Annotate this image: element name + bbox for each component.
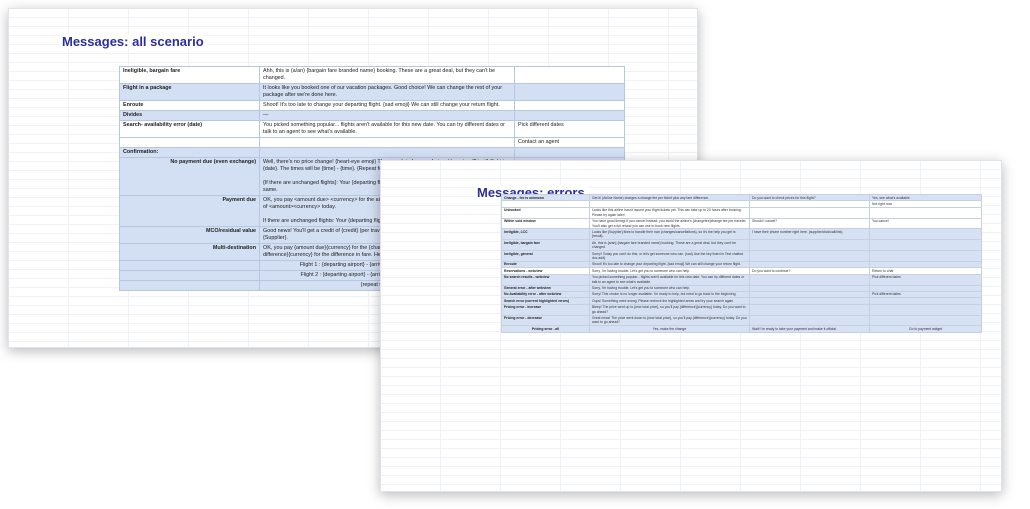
row-message: Bleep! The price went up to {new total p… xyxy=(589,303,750,316)
row-label: No search results - webview xyxy=(501,273,590,286)
row-label: Ineligible, LCC xyxy=(501,228,590,241)
table-row: Within void window You have good timing! … xyxy=(501,217,982,230)
row-message: You picked something popular... flights … xyxy=(589,273,750,286)
table-row: Pricing error - increase Bleep! The price… xyxy=(501,303,982,316)
table-row: Pricing error - all Yes, make the change… xyxy=(501,325,982,333)
row-message: — xyxy=(259,110,515,121)
row-action: You cancel xyxy=(869,217,982,230)
row-label: Divides xyxy=(119,110,260,121)
table-row: Ineligible, bargain fare Ahh, this is (a… xyxy=(119,66,625,84)
row-message: Ahh, this is (a/an) {bargain fare brande… xyxy=(259,66,515,84)
row-label: Pricing error - decrease xyxy=(501,314,590,327)
row-message: Ah, this is {a/an} {bargain fare branded… xyxy=(589,239,750,252)
row-action: Go to payment widget xyxy=(869,325,982,333)
row-message: Sorry!! Today you can't do this, or let'… xyxy=(589,250,750,262)
row-extra xyxy=(749,273,870,286)
row-label: No payment due (even exchange) xyxy=(119,157,260,196)
row-label: Pricing error - increase xyxy=(501,303,590,316)
row-message: You picked something popular... flights … xyxy=(259,120,515,138)
row-action: Contact an agent xyxy=(514,137,625,148)
errors-table: Change - fee is unknown Get it! (Airline … xyxy=(501,193,982,333)
row-label: Multi-destination xyxy=(119,243,260,261)
table-row: Unbooked Looks like this airline hasn't i… xyxy=(501,206,982,219)
row-label: Payment due xyxy=(119,195,260,227)
row-extra: Should I cancel? xyxy=(749,217,870,230)
row-action: Pick different dates xyxy=(869,273,982,286)
table-row: Contact an agent xyxy=(119,137,625,148)
row-message: Great news! The price went down to {new … xyxy=(589,314,750,327)
row-extra: I have their phone number right here. {s… xyxy=(749,228,870,241)
table-row: Confirmation: xyxy=(119,147,625,158)
row-extra xyxy=(749,303,870,316)
row-action xyxy=(869,303,982,316)
row-action: Pick different dates xyxy=(514,120,625,138)
row-label: Unbooked xyxy=(501,206,590,219)
row-label: Ineligible, bargain fare xyxy=(501,239,590,252)
row-message: Looks like this airline hasn't issued yo… xyxy=(589,206,750,219)
table-row: Ineligible, bargain fare Ah, this is {a/a… xyxy=(501,239,982,252)
sheet-errors: Messages: errors Change - fee is unknown… xyxy=(380,160,1002,492)
row-action xyxy=(869,250,982,262)
row-extra xyxy=(749,206,870,219)
row-message: Yes, make the change xyxy=(589,325,750,333)
row-label: Search- availability error (date) xyxy=(119,120,260,138)
row-message: Shoot! It's too late to change your depa… xyxy=(259,100,515,111)
row-extra xyxy=(749,239,870,252)
row-label: Confirmation: xyxy=(119,147,260,158)
row-label: Within void window xyxy=(501,217,590,230)
row-label: Ineligible, general xyxy=(501,250,590,262)
row-label: Pricing error - all xyxy=(501,325,590,333)
row-label: Flight in a package xyxy=(119,83,260,101)
row-label: MCO/residual value xyxy=(119,226,260,244)
row-action xyxy=(869,314,982,327)
sheet-title-all-scenario: Messages: all scenario xyxy=(59,34,207,49)
table-row: Search- availability error (date) You pi… xyxy=(119,120,625,138)
row-message: You have good timing! If you cancel inst… xyxy=(589,217,750,230)
table-row: Flight in a package It looks like you bo… xyxy=(119,83,625,101)
table-row: No search results - webview You picked so… xyxy=(501,273,982,286)
table-row: Divides — xyxy=(119,110,625,121)
table-row: Ineligible, LCC Looks like {Supplier} lik… xyxy=(501,228,982,241)
table-row: Ineligible, general Sorry!! Today you can… xyxy=(501,250,982,262)
row-extra xyxy=(749,314,870,327)
table-row: Enroute Shoot! It's too late to change y… xyxy=(119,100,625,111)
row-label: Ineligible, bargain fare xyxy=(119,66,260,84)
row-message: It looks like you booked one of our vaca… xyxy=(259,83,515,101)
row-action xyxy=(869,206,982,219)
row-label: Enroute xyxy=(119,100,260,111)
row-message: Looks like {Supplier} likes to handle th… xyxy=(589,228,750,241)
row-extra xyxy=(749,250,870,262)
row-extra: Wait! I'm ready to take your payment and… xyxy=(749,325,870,333)
row-action xyxy=(869,228,982,241)
table-row: Pricing error - decrease Great news! The … xyxy=(501,314,982,327)
row-action xyxy=(869,239,982,252)
